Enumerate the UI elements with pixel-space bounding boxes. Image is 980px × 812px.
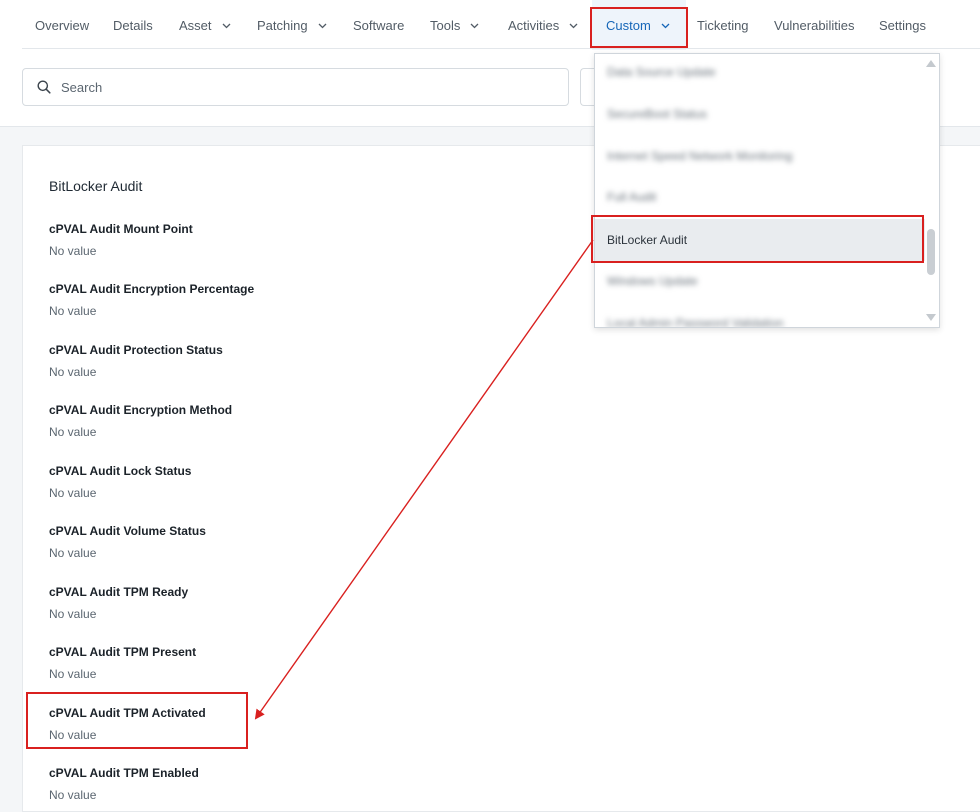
field-label: cPVAL Audit TPM Ready [49, 585, 189, 599]
tab-custom[interactable]: Custom [592, 0, 686, 50]
field-item: cPVAL Audit Encryption Method No value [49, 403, 232, 439]
tab-details[interactable]: Details [113, 0, 153, 50]
field-value: No value [49, 244, 97, 258]
dropdown-item[interactable]: SecureBoot Status [595, 94, 925, 134]
chevron-down-icon [318, 23, 327, 29]
dropdown-scrollbar[interactable] [923, 54, 939, 327]
section-title: BitLocker Audit [49, 178, 143, 194]
scroll-down-arrow-icon[interactable] [926, 314, 936, 321]
dropdown-item[interactable]: Full Audit [595, 177, 925, 217]
dropdown-item-label: Data Source Update [607, 65, 716, 79]
tab-overview[interactable]: Overview [35, 0, 89, 50]
field-label: cPVAL Audit Lock Status [49, 464, 192, 478]
tab-patching-label: Patching [257, 17, 308, 33]
tab-vulnerabilities[interactable]: Vulnerabilities [774, 0, 854, 50]
tab-details-label: Details [113, 17, 153, 33]
tab-overview-label: Overview [35, 17, 90, 33]
field-item: cPVAL Audit TPM Present No value [49, 645, 196, 681]
tab-activities-label: Activities [508, 17, 560, 33]
search-box [22, 68, 569, 106]
tab-patching[interactable]: Patching [257, 0, 327, 50]
field-label: cPVAL Audit Encryption Method [49, 403, 233, 417]
dropdown-item-label: Windows Update [607, 274, 698, 288]
tab-tools-label: Tools [430, 17, 461, 33]
field-value: No value [49, 728, 97, 742]
dropdown-item[interactable]: Local Admin Password Validation [595, 303, 925, 328]
field-item: cPVAL Audit Protection Status No value [49, 343, 223, 379]
tab-asset-label: Asset [179, 17, 212, 33]
tab-software-label: Software [353, 17, 405, 33]
field-item: cPVAL Audit Mount Point No value [49, 222, 193, 258]
chevron-down-icon [569, 23, 578, 29]
top-nav: Overview Details Asset Patching Software… [0, 0, 980, 50]
tab-vulnerabilities-label: Vulnerabilities [774, 17, 855, 33]
tab-asset[interactable]: Asset [179, 0, 231, 50]
dropdown-item-label: SecureBoot Status [607, 107, 708, 121]
tab-settings[interactable]: Settings [879, 0, 926, 50]
field-label: cPVAL Audit Mount Point [49, 222, 193, 236]
tab-ticketing[interactable]: Ticketing [697, 0, 749, 50]
nav-divider [22, 48, 980, 49]
chevron-down-icon [661, 23, 670, 29]
scroll-up-arrow-icon[interactable] [926, 60, 936, 67]
chevron-down-icon [222, 23, 231, 29]
field-value: No value [49, 304, 97, 318]
field-value: No value [49, 486, 97, 500]
dropdown-item-bitlocker-audit[interactable]: BitLocker Audit [595, 219, 925, 261]
field-value: No value [49, 546, 97, 560]
field-item: cPVAL Audit Volume Status No value [49, 524, 206, 560]
field-item: cPVAL Audit Lock Status No value [49, 464, 191, 500]
search-icon [37, 80, 51, 94]
scroll-thumb[interactable] [927, 229, 935, 275]
dropdown-item[interactable]: Internet Speed Network Monitoring [595, 136, 925, 176]
tab-custom-label: Custom [606, 17, 651, 33]
field-label: cPVAL Audit Protection Status [49, 343, 223, 357]
tab-software[interactable]: Software [353, 0, 404, 50]
field-item-tpm-activated: cPVAL Audit TPM Activated No value [49, 706, 206, 742]
field-item: cPVAL Audit TPM Enabled No value [49, 766, 199, 802]
tab-settings-label: Settings [879, 17, 926, 33]
dropdown-item-label: Internet Speed Network Monitoring [607, 149, 793, 163]
field-label: cPVAL Audit TPM Present [49, 645, 197, 659]
custom-dropdown-menu: Data Source Update SecureBoot Status Int… [594, 53, 940, 328]
field-item: cPVAL Audit Encryption Percentage No val… [49, 282, 254, 318]
field-value: No value [49, 365, 97, 379]
field-value: No value [49, 667, 97, 681]
tab-activities[interactable]: Activities [508, 0, 578, 50]
search-input[interactable] [59, 78, 543, 96]
dropdown-item[interactable]: Windows Update [595, 261, 925, 301]
field-value: No value [49, 788, 97, 802]
field-item: cPVAL Audit TPM Ready No value [49, 585, 188, 621]
field-value: No value [49, 607, 97, 621]
dropdown-item-label: Local Admin Password Validation [607, 316, 784, 328]
field-label: cPVAL Audit TPM Activated [49, 706, 206, 720]
field-label: cPVAL Audit TPM Enabled [49, 766, 199, 780]
dropdown-item[interactable]: Data Source Update [595, 54, 925, 92]
dropdown-item-label: BitLocker Audit [607, 233, 688, 247]
chevron-down-icon [470, 23, 479, 29]
field-value: No value [49, 425, 97, 439]
tab-tools[interactable]: Tools [430, 0, 479, 50]
dropdown-item-label: Full Audit [607, 190, 657, 204]
tab-ticketing-label: Ticketing [697, 17, 749, 33]
field-label: cPVAL Audit Encryption Percentage [49, 282, 255, 296]
field-label: cPVAL Audit Volume Status [49, 524, 206, 538]
